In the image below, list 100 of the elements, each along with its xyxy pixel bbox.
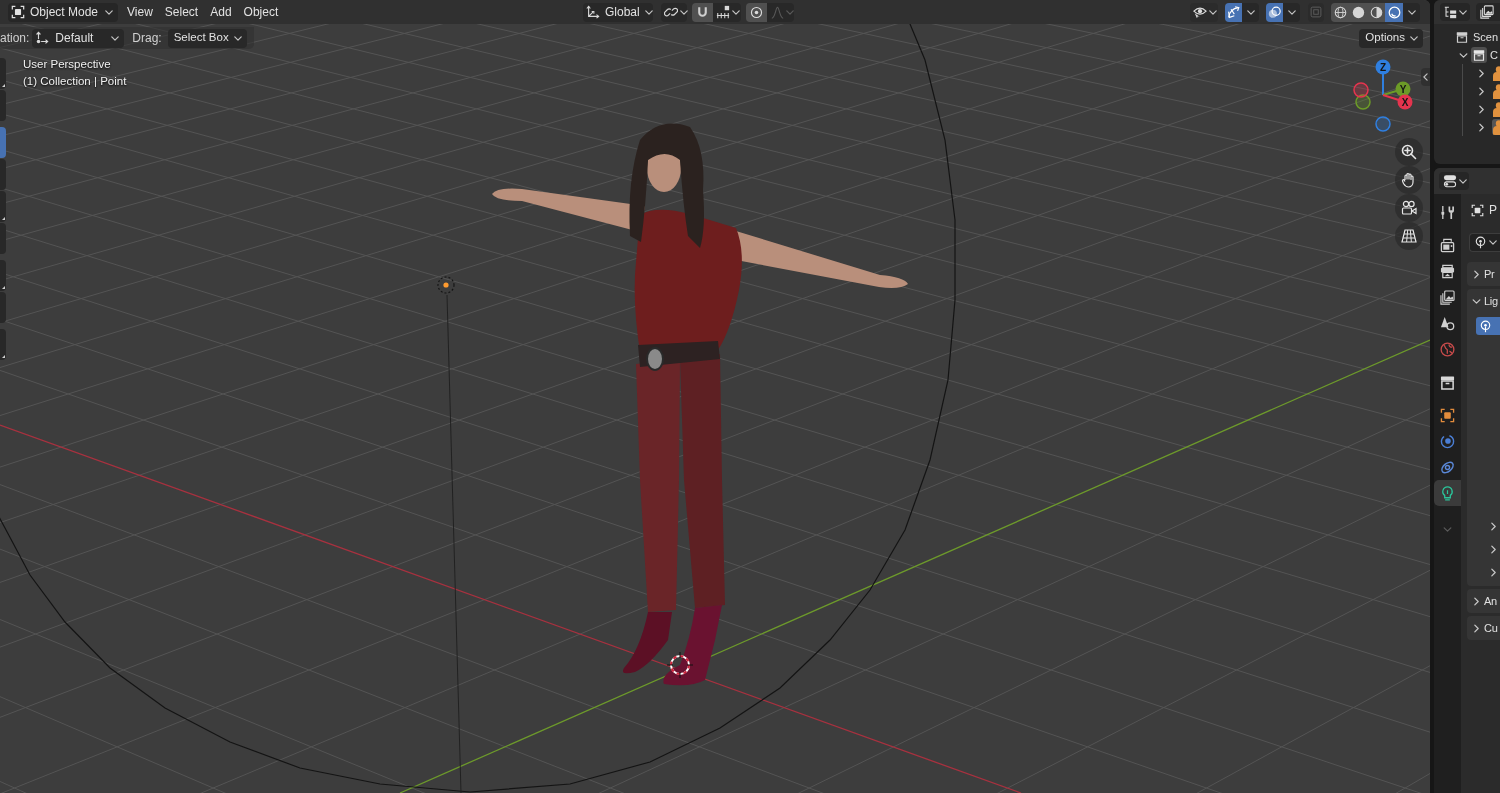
menu-item[interactable]: View	[121, 2, 159, 22]
overlay-toggle[interactable]	[1266, 2, 1283, 22]
framed-square-icon	[1440, 407, 1455, 423]
framed-square-icon	[11, 5, 25, 19]
drag-label: Drag:	[132, 30, 162, 47]
caret-icon	[680, 9, 688, 15]
tool-button[interactable]	[0, 191, 6, 222]
gizmo-toggle[interactable]	[1225, 2, 1242, 22]
video-camera-icon	[1401, 200, 1417, 216]
caret-icon	[1459, 178, 1467, 184]
collection-label[interactable]: C	[1490, 46, 1498, 64]
archive-box-icon	[1471, 47, 1487, 63]
zoom-button[interactable]	[1395, 138, 1423, 166]
snap-target-dropdown[interactable]	[713, 2, 741, 22]
tool-button[interactable]	[0, 58, 6, 89]
camera-view-button[interactable]	[1395, 194, 1423, 222]
filter-dropdown[interactable]	[1476, 3, 1500, 21]
magnet-icon	[696, 5, 709, 19]
proportional-editing-toggle[interactable]	[746, 2, 767, 22]
bell-curve-icon	[771, 5, 784, 19]
pan-button[interactable]	[1395, 166, 1423, 194]
scene-label[interactable]: Scen	[1473, 28, 1499, 46]
menu-item[interactable]: Add	[204, 2, 238, 22]
globe-icon	[1440, 341, 1455, 357]
caret-icon	[1246, 9, 1255, 15]
caret-icon	[1489, 240, 1497, 245]
object-name-label: P	[1489, 202, 1497, 219]
transform-orientation-dropdown[interactable]: Default	[32, 28, 125, 48]
caret-icon	[1287, 9, 1296, 15]
xray-toggle[interactable]	[1308, 2, 1324, 22]
object-info-label: (1) Collection | Point	[23, 74, 127, 89]
mode-dropdown[interactable]: Object Mode	[8, 2, 119, 22]
tick-scale-icon	[716, 5, 730, 19]
caret-icon	[233, 35, 242, 41]
archive-box-icon	[1440, 374, 1455, 390]
axes-icon	[586, 5, 600, 19]
archive-box-icon	[1456, 31, 1468, 43]
chevron-right-icon[interactable]	[1479, 122, 1484, 132]
solid-sphere-icon	[1351, 5, 1365, 19]
light-type-button[interactable]	[1476, 317, 1500, 335]
panel-header[interactable]: Pr	[1467, 262, 1500, 286]
orientation-dropdown[interactable]: Global	[583, 2, 653, 22]
object-icon[interactable]	[1492, 119, 1500, 135]
tree-list-icon	[1444, 5, 1457, 19]
visibility-dropdown[interactable]	[1190, 2, 1218, 22]
chevron-right-icon[interactable]	[1479, 104, 1484, 114]
display-mode-dropdown[interactable]	[1440, 3, 1470, 21]
wireframe-sphere-icon	[1333, 5, 1347, 19]
panel-header[interactable]: Lig	[1467, 289, 1500, 313]
caret-icon	[1407, 9, 1416, 15]
light-data-dropdown[interactable]	[1469, 233, 1500, 252]
tool-button[interactable]	[0, 260, 6, 291]
panel-header[interactable]: Cu	[1467, 616, 1500, 640]
perspective-toggle[interactable]	[1395, 222, 1423, 250]
orientation-label: ation:	[0, 30, 30, 47]
caret-icon	[1410, 35, 1418, 41]
caret-icon	[644, 9, 653, 15]
hand-icon	[1401, 172, 1417, 188]
caret-icon	[786, 9, 794, 15]
point-light-icon	[1479, 319, 1492, 333]
panel-header[interactable]: An	[1467, 589, 1500, 613]
move-arrows-icon	[35, 31, 50, 45]
drag-dropdown[interactable]: Select Box	[167, 28, 247, 48]
overlapping-circles-icon	[1268, 5, 1281, 19]
printer-icon	[1440, 263, 1455, 279]
snap-toggle[interactable]	[692, 2, 713, 22]
light-bulb-icon	[1440, 485, 1455, 501]
point-light-icon	[1474, 236, 1487, 249]
magnifier-plus-icon	[1401, 144, 1417, 160]
object-icon[interactable]	[1492, 83, 1500, 99]
sidebar-toggle[interactable]	[1421, 68, 1430, 86]
chevron-right-icon[interactable]	[1479, 86, 1484, 96]
view-name-label: User Perspective	[23, 57, 111, 72]
orbit-rings-icon	[1440, 459, 1455, 475]
tool-button[interactable]	[0, 329, 6, 360]
pivot-dropdown[interactable]	[661, 2, 687, 22]
caret-icon	[105, 9, 114, 15]
axis-circle-icon[interactable]	[1375, 116, 1391, 132]
axis-handle[interactable]: Z	[1375, 59, 1391, 96]
caret-icon	[111, 35, 120, 41]
chain-link-icon	[664, 5, 678, 19]
menu-item[interactable]: Object	[237, 2, 285, 22]
chevron-right-icon[interactable]	[1479, 68, 1484, 78]
caret-icon	[1209, 9, 1217, 15]
shading-mode-button[interactable]	[1367, 2, 1385, 22]
image-stack-icon	[1480, 5, 1494, 19]
shading-mode-button[interactable]	[1385, 2, 1403, 22]
menu-item[interactable]: Select	[158, 2, 205, 22]
object-icon[interactable]	[1492, 65, 1500, 81]
object-icon[interactable]	[1492, 101, 1500, 117]
toggle-switches-icon	[1443, 174, 1457, 188]
shading-mode-button[interactable]	[1331, 2, 1349, 22]
point-light-icon[interactable]	[437, 276, 455, 294]
axis-circle-icon[interactable]	[1353, 82, 1369, 98]
options-dropdown[interactable]: Options	[1359, 28, 1423, 48]
properties-tab[interactable]	[1434, 480, 1461, 506]
framed-square-icon	[1471, 203, 1484, 217]
editor-type-dropdown[interactable]	[1439, 172, 1469, 190]
curved-arrows-icon	[1227, 5, 1240, 19]
axis-circle-icon[interactable]	[1355, 94, 1371, 110]
